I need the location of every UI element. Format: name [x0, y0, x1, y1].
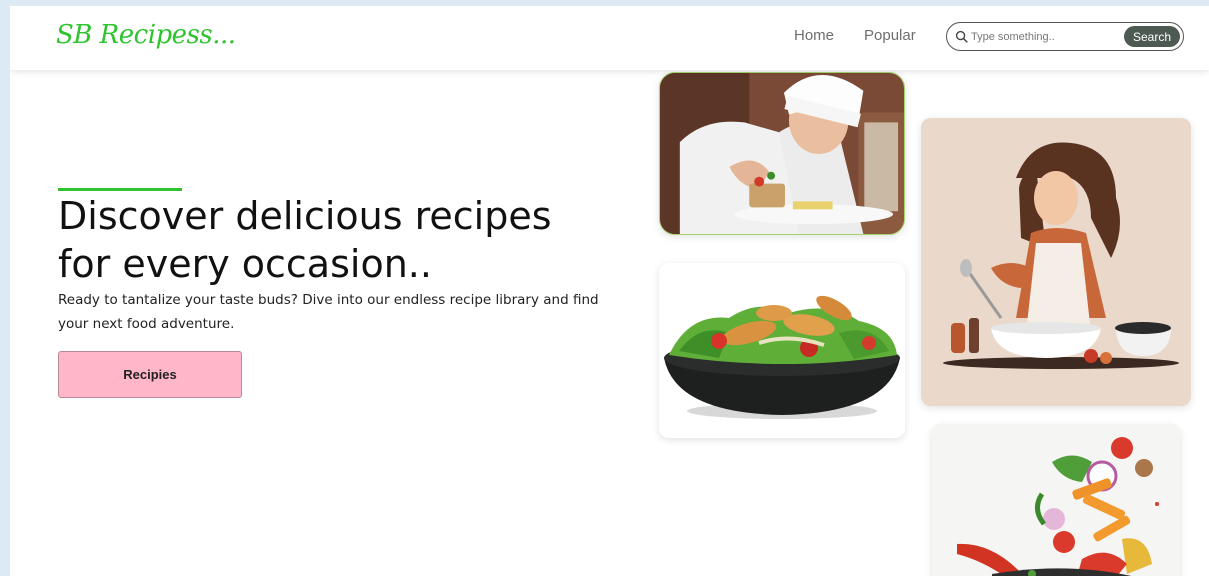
- page: SB Recipess... Home Popular Search Disco…: [10, 6, 1209, 576]
- hero-title: Discover delicious recipes for every occ…: [58, 192, 638, 288]
- nav-popular-link[interactable]: Popular: [864, 27, 916, 44]
- hero-title-line2: for every occasion..: [58, 242, 432, 286]
- search-box: Search: [946, 22, 1184, 51]
- accent-line: [58, 188, 182, 191]
- flying-vegetables-pan-illustration: [932, 424, 1180, 576]
- search-button[interactable]: Search: [1124, 26, 1180, 47]
- logo[interactable]: SB Recipess...: [56, 20, 236, 50]
- search-icon: [955, 30, 968, 43]
- navbar: SB Recipess... Home Popular Search: [10, 6, 1209, 70]
- hero-title-line1: Discover delicious recipes: [58, 194, 552, 238]
- salad-image-card: [659, 263, 905, 438]
- chef-plating-photo: [660, 73, 904, 234]
- chef-image-card: [659, 72, 905, 235]
- search-input[interactable]: [971, 27, 1121, 47]
- recipes-button[interactable]: Recipies: [58, 351, 242, 398]
- woman-cooking-image-card: [921, 118, 1191, 406]
- nav-home-link[interactable]: Home: [794, 27, 834, 44]
- woman-cooking-illustration: [921, 118, 1191, 406]
- chicken-salad-bowl-photo: [659, 263, 905, 438]
- hero-subtitle: Ready to tantalize your taste buds? Dive…: [58, 292, 599, 332]
- vegetables-image-card: [932, 424, 1180, 576]
